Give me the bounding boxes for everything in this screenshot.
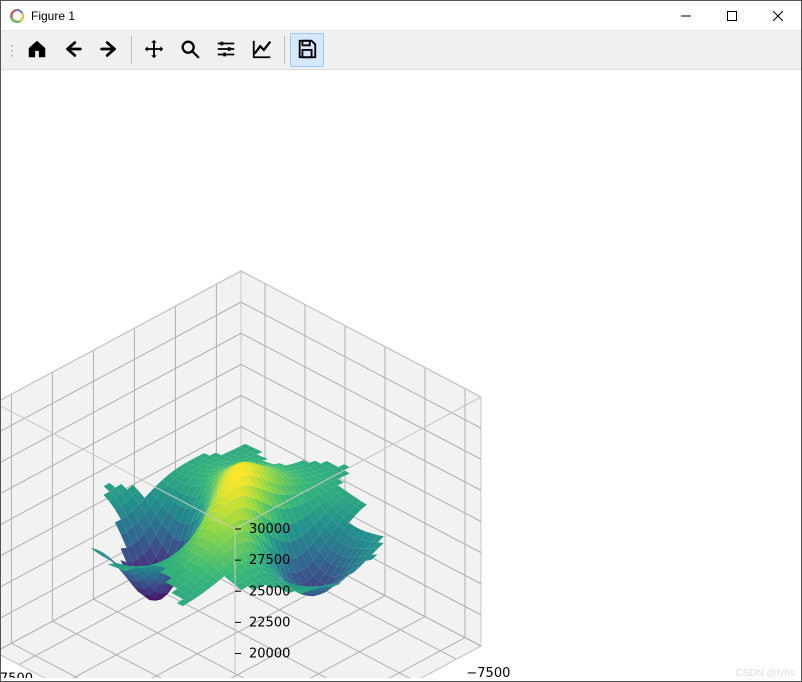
save-button[interactable] — [290, 33, 324, 67]
close-button[interactable] — [755, 1, 801, 31]
svg-text:−7500: −7500 — [466, 666, 510, 678]
maximize-button[interactable] — [709, 1, 755, 31]
axis-button[interactable] — [245, 33, 279, 67]
svg-text:−7500: −7500 — [1, 672, 33, 678]
move-icon — [143, 38, 165, 63]
window-title: Figure 1 — [31, 9, 75, 23]
arrow-right-icon — [98, 38, 120, 63]
toolbar-separator — [131, 36, 132, 64]
figure-window: Figure 1 ⋮ — [0, 0, 802, 682]
minimize-button[interactable] — [663, 1, 709, 31]
home-icon — [26, 38, 48, 63]
subplots-button[interactable] — [209, 33, 243, 67]
surface3d-plot: −7500−5000−2500025005000−7500−5000−25000… — [1, 70, 801, 678]
save-icon — [296, 38, 318, 63]
watermark: CSDN @fyhs — [735, 668, 795, 679]
forward-button[interactable] — [92, 33, 126, 67]
svg-text:22500: 22500 — [249, 615, 290, 630]
app-icon — [9, 8, 25, 24]
plot-canvas[interactable]: −7500−5000−2500025005000−7500−5000−25000… — [1, 70, 801, 681]
svg-text:25000: 25000 — [249, 584, 290, 599]
zoom-icon — [179, 38, 201, 63]
toolbar-grip-icon: ⋮ — [5, 42, 19, 59]
svg-text:30000: 30000 — [249, 522, 290, 537]
chart-line-icon — [251, 38, 273, 63]
toolbar-separator — [284, 36, 285, 64]
pan-button[interactable] — [137, 33, 171, 67]
back-button[interactable] — [56, 33, 90, 67]
titlebar: Figure 1 — [1, 1, 801, 31]
sliders-icon — [215, 38, 237, 63]
svg-text:27500: 27500 — [249, 553, 290, 568]
arrow-left-icon — [62, 38, 84, 63]
zoom-button[interactable] — [173, 33, 207, 67]
svg-text:20000: 20000 — [249, 647, 290, 662]
home-button[interactable] — [20, 33, 54, 67]
toolbar: ⋮ — [1, 31, 801, 70]
